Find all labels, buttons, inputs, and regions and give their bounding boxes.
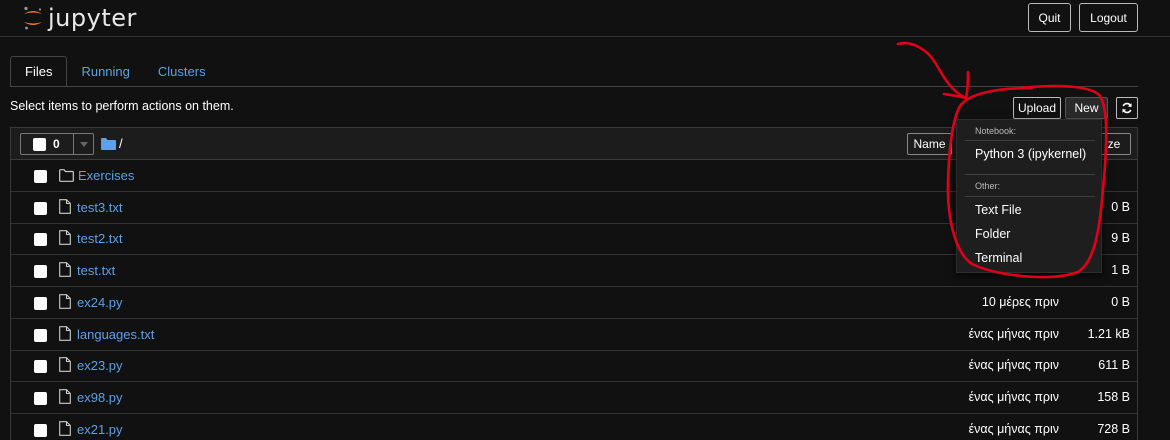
top-header: jupyter Quit Logout bbox=[0, 0, 1170, 37]
select-dropdown-caret[interactable] bbox=[73, 134, 94, 154]
quit-button[interactable]: Quit bbox=[1028, 3, 1071, 32]
file-icon bbox=[59, 420, 71, 436]
file-row[interactable]: ex23.py ένας μήνας πριν 611 B bbox=[11, 350, 1137, 383]
file-modified-date: ένας μήνας πριν bbox=[968, 358, 1059, 373]
file-size: 0 B bbox=[1111, 294, 1130, 309]
tab-files[interactable]: Files bbox=[10, 56, 68, 87]
file-row[interactable]: ex24.py 10 μέρες πριν 0 B bbox=[11, 287, 1137, 319]
new-folder[interactable]: Folder bbox=[975, 227, 1010, 241]
file-row[interactable]: ex98.py ένας μήνας πριν 158 B bbox=[11, 382, 1137, 414]
file-modified-date: ένας μήνας πριν bbox=[968, 421, 1059, 436]
file-size: 0 B bbox=[1111, 199, 1130, 214]
refresh-icon bbox=[1122, 102, 1132, 114]
selected-count: 0 bbox=[53, 137, 60, 151]
refresh-button[interactable] bbox=[1116, 97, 1138, 119]
file-modified-date: ένας μήνας πριν bbox=[968, 389, 1059, 404]
notebook-section-header: Notebook: bbox=[975, 126, 1017, 136]
file-modified-date: ένας μήνας πριν bbox=[968, 326, 1059, 341]
other-section-header: Other: bbox=[975, 181, 1001, 191]
file-row[interactable]: ex21.py ένας μήνας πριν 728 B bbox=[11, 414, 1137, 440]
file-row[interactable]: languages.txt ένας μήνας πριν 1.21 kB bbox=[11, 319, 1137, 351]
file-size: 9 B bbox=[1111, 231, 1130, 246]
jupyter-logo[interactable]: jupyter bbox=[22, 4, 137, 32]
file-size: 611 B bbox=[1098, 358, 1130, 373]
tab-bar: Files Running Clusters bbox=[10, 56, 220, 87]
file-icon bbox=[59, 262, 71, 277]
new-dropdown-menu: Notebook: Python 3 (ipykernel) Other: Te… bbox=[956, 119, 1102, 273]
file-size: 728 B bbox=[1097, 421, 1130, 436]
breadcrumb-separator: / bbox=[119, 136, 123, 151]
menu-divider bbox=[965, 140, 1095, 141]
new-python3-notebook[interactable]: Python 3 (ipykernel) bbox=[975, 147, 1086, 161]
row-checkbox[interactable] bbox=[34, 360, 47, 374]
row-checkbox[interactable] bbox=[34, 201, 47, 215]
file-name-link[interactable]: test.txt bbox=[77, 263, 115, 278]
file-size: 158 B bbox=[1097, 389, 1130, 404]
logo-text: jupyter bbox=[48, 4, 137, 32]
file-name-link[interactable]: ex98.py bbox=[77, 390, 123, 405]
new-terminal[interactable]: Terminal bbox=[975, 251, 1022, 265]
row-checkbox[interactable] bbox=[34, 391, 47, 405]
upload-button[interactable]: Upload bbox=[1013, 97, 1061, 119]
caret-down-icon bbox=[80, 141, 88, 147]
file-name-link[interactable]: languages.txt bbox=[77, 327, 154, 342]
row-checkbox[interactable] bbox=[34, 423, 47, 437]
sort-by-name-button[interactable]: Name bbox=[907, 133, 952, 155]
menu-divider bbox=[965, 174, 1095, 175]
file-name-link[interactable]: test2.txt bbox=[77, 231, 123, 246]
instructions-text: Select items to perform actions on them. bbox=[10, 99, 234, 113]
row-checkbox[interactable] bbox=[34, 296, 47, 310]
folder-icon bbox=[59, 169, 74, 182]
file-size: 1.21 kB bbox=[1087, 326, 1130, 341]
file-name-link[interactable]: test3.txt bbox=[77, 200, 123, 215]
file-size: 1 B bbox=[1111, 263, 1130, 278]
file-icon bbox=[59, 325, 71, 341]
sort-by-size-button[interactable]: ze bbox=[1097, 133, 1131, 155]
file-name-link[interactable]: ex21.py bbox=[77, 422, 123, 437]
row-checkbox[interactable] bbox=[34, 233, 47, 247]
file-icon bbox=[59, 293, 71, 309]
row-checkbox[interactable] bbox=[34, 170, 47, 183]
file-name-link[interactable]: ex23.py bbox=[77, 358, 123, 373]
file-icon bbox=[59, 230, 71, 246]
annotation-arrow bbox=[896, 41, 970, 100]
row-checkbox[interactable] bbox=[34, 328, 47, 342]
tab-running[interactable]: Running bbox=[67, 56, 143, 87]
tab-clusters[interactable]: Clusters bbox=[144, 56, 220, 87]
jupyter-logo-icon bbox=[24, 6, 42, 30]
new-button[interactable]: New bbox=[1065, 97, 1108, 119]
menu-divider bbox=[965, 196, 1095, 197]
new-text-file[interactable]: Text File bbox=[975, 203, 1022, 217]
tab-divider bbox=[10, 86, 1138, 87]
breadcrumb: / bbox=[101, 136, 123, 151]
file-name-link[interactable]: ex24.py bbox=[77, 295, 123, 310]
file-name-link[interactable]: Exercises bbox=[78, 168, 134, 183]
file-icon bbox=[59, 357, 71, 373]
select-all-control[interactable]: 0 bbox=[20, 133, 94, 155]
select-all-checkbox[interactable] bbox=[33, 137, 46, 151]
file-icon bbox=[59, 198, 71, 214]
row-checkbox[interactable] bbox=[34, 265, 47, 279]
folder-breadcrumb-icon[interactable] bbox=[101, 137, 116, 150]
file-icon bbox=[59, 389, 71, 404]
logout-button[interactable]: Logout bbox=[1079, 3, 1138, 32]
file-modified-date: 10 μέρες πριν bbox=[981, 294, 1059, 309]
